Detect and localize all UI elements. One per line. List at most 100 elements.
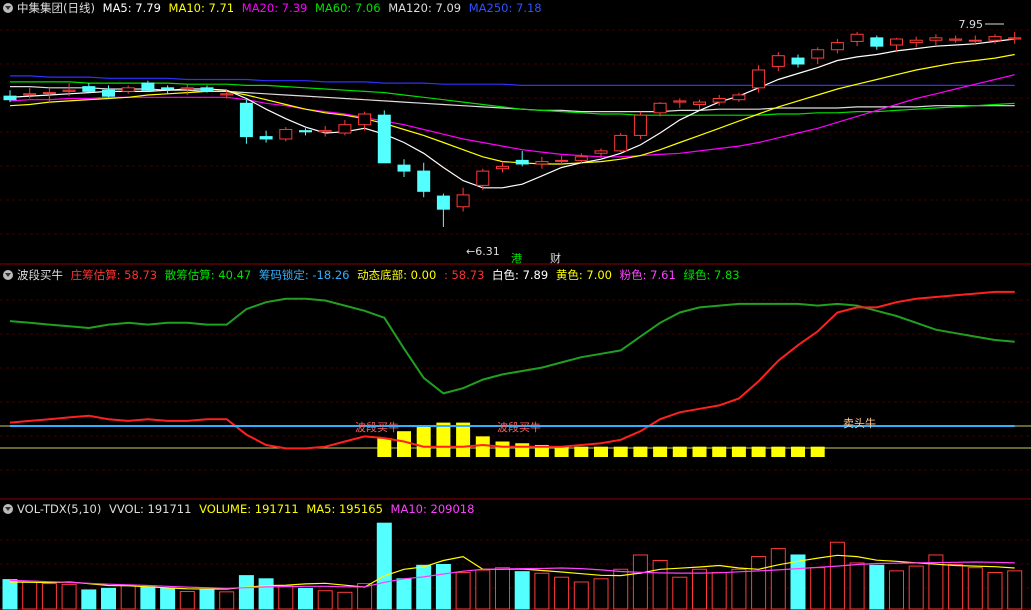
- candle: [988, 36, 1002, 41]
- volume-bar: [751, 556, 767, 610]
- vol-ma10-value: MA10: 209018: [390, 502, 475, 516]
- volume-bar: [120, 584, 136, 610]
- volume-bar: [534, 572, 550, 610]
- green-value: 绿色: 7.83: [683, 268, 740, 282]
- candle: [338, 124, 352, 134]
- candle: [358, 113, 372, 126]
- volume-value: VOLUME: 191711: [199, 502, 299, 516]
- bottom-bar: [810, 446, 825, 457]
- candle: [949, 38, 963, 41]
- volume-bar: [376, 522, 392, 610]
- volume-bar: [632, 554, 648, 610]
- price-legend: 中集集团(日线) MA5: 7.79 MA10: 7.71 MA20: 7.39…: [0, 0, 546, 16]
- gang-label: 港: [511, 252, 522, 265]
- bottom-bar: [731, 446, 746, 457]
- volume-bar: [967, 567, 983, 610]
- ma250-line: [10, 75, 1015, 87]
- volume-bar: [849, 562, 865, 610]
- candle: [62, 89, 76, 92]
- ma250-value: MA250: 7.18: [468, 1, 542, 15]
- bottom-bar: [515, 443, 530, 457]
- bottom-bar: [574, 446, 589, 457]
- bottom-value: 动态底部: 0.00: [357, 268, 437, 282]
- candle: [279, 128, 293, 140]
- ma20-line: [9, 74, 1015, 158]
- candle: [890, 38, 903, 46]
- candle: [732, 94, 746, 101]
- volume-bar: [908, 565, 924, 610]
- candle: [811, 49, 825, 59]
- candle: [377, 114, 391, 164]
- volume-bar: [829, 541, 845, 610]
- candle: [23, 93, 37, 96]
- volume-bar: [573, 581, 589, 610]
- buy-signal-1: 波段买牛: [355, 420, 399, 434]
- bottom-bar: [771, 446, 786, 457]
- candle: [220, 93, 234, 96]
- volume-bar: [61, 583, 77, 610]
- candle: [496, 165, 509, 170]
- ma5-line: [9, 38, 1015, 189]
- candle: [968, 39, 982, 42]
- candle: [318, 130, 332, 133]
- volume-title: VOL-TDX(5,10): [17, 502, 102, 516]
- vvol-value: VVOL: 191711: [109, 502, 192, 516]
- candle: [299, 130, 312, 133]
- bottom-bar: [751, 446, 766, 457]
- dropdown-icon[interactable]: [3, 3, 13, 13]
- volume-bar: [435, 564, 451, 610]
- bottom-bar: [594, 446, 608, 457]
- bottom-bar: [692, 446, 707, 457]
- ma10-value: MA10: 7.71: [168, 1, 235, 15]
- volume-bar: [22, 580, 38, 610]
- candle: [850, 33, 864, 42]
- bottom-bar: [633, 446, 648, 457]
- bottom-bar: [495, 441, 510, 457]
- volume-bar: [140, 586, 156, 610]
- dropdown-icon[interactable]: [3, 270, 13, 280]
- extra-value: : 58.73: [443, 268, 485, 282]
- candle: [259, 136, 273, 140]
- volume-bar: [1007, 570, 1023, 610]
- candle: [397, 164, 411, 172]
- ma60-line: [10, 81, 1015, 116]
- volume-bar: [199, 589, 215, 610]
- buy-signal-2: 波段买牛: [497, 420, 541, 434]
- bottom-bar: [475, 436, 490, 457]
- candle: [141, 82, 155, 91]
- volume-bar: [475, 569, 491, 610]
- ma60-value: MA60: 7.06: [314, 1, 381, 15]
- candle: [417, 170, 431, 192]
- bottom-bar: [791, 446, 805, 457]
- candle: [102, 89, 115, 97]
- volume-bar: [672, 576, 688, 610]
- sell-signal: 卖头牛: [843, 416, 876, 430]
- ma5-value: MA5: 7.79: [102, 1, 161, 15]
- candle: [121, 87, 135, 92]
- dropdown-icon[interactable]: [3, 504, 13, 514]
- volume-bar: [455, 571, 471, 610]
- volume-bar: [81, 589, 97, 610]
- pink-value: 粉色: 7.61: [619, 268, 676, 282]
- bottom-bar: [397, 431, 411, 457]
- candle: [712, 98, 726, 103]
- candle: [633, 114, 647, 136]
- high-label: 7.95: [959, 18, 984, 31]
- volume-bar: [593, 578, 609, 610]
- volume-bar: [317, 590, 333, 610]
- stock-chart[interactable]: 7.95←6.31港 财波段买牛 波段买牛 卖头牛: [0, 0, 1031, 610]
- bottom-bar: [436, 422, 451, 457]
- candle: [574, 156, 588, 161]
- candle: [791, 57, 805, 65]
- candle: [555, 159, 569, 162]
- yellow-value: 黄色: 7.00: [555, 268, 612, 282]
- candle: [929, 37, 943, 41]
- volume-bar: [160, 587, 176, 610]
- volume-bar: [41, 583, 57, 610]
- candle: [82, 86, 96, 92]
- indicator-line-1: [9, 297, 1015, 395]
- volume-bar: [101, 587, 116, 610]
- candle: [42, 92, 56, 95]
- volume-bar: [692, 568, 707, 610]
- volume-bar: [770, 548, 786, 610]
